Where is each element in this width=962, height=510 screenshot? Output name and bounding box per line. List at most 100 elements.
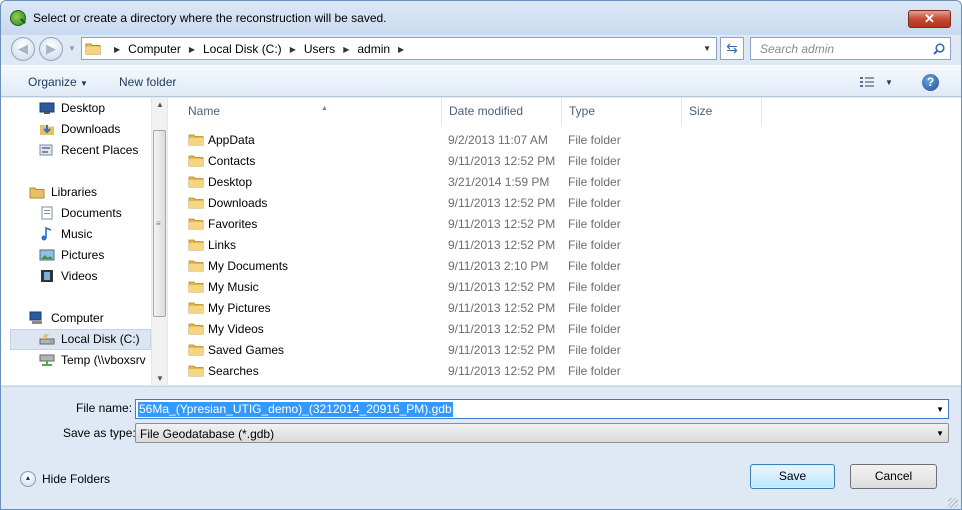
sidebar-item-label: Local Disk (C:): [61, 332, 140, 346]
table-row[interactable]: Saved Games 9/11/2013 12:52 PM File folder: [168, 339, 768, 360]
sidebar-item-pictures[interactable]: Pictures: [39, 245, 104, 265]
desktop-folder-icon: [188, 176, 204, 188]
grip-icon: ≡: [156, 219, 161, 228]
sidebar-item-label: Music: [61, 227, 93, 241]
sidebar-item-videos[interactable]: Videos: [39, 266, 97, 286]
resize-grip-icon[interactable]: [948, 498, 958, 508]
file-name-cell: Favorites: [208, 217, 258, 231]
scrollbar-thumb[interactable]: ≡: [153, 130, 166, 317]
sidebar-item-desktop[interactable]: Desktop: [39, 98, 105, 118]
organize-button[interactable]: Organize ▼: [28, 75, 88, 89]
sidebar-item-label: Libraries: [51, 185, 98, 199]
sidebar-item-music[interactable]: Music: [39, 224, 92, 244]
desktop-icon: [39, 102, 55, 114]
breadcrumb-users[interactable]: Users: [304, 42, 335, 56]
hide-folders-button[interactable]: ▲ Hide Folders: [20, 471, 110, 487]
file-type-cell: File folder: [568, 259, 621, 273]
sidebar-item-label: Recent Places: [61, 143, 139, 157]
address-bar[interactable]: ▶ Computer ▶ Local Disk (C:) ▶ Users ▶ a…: [81, 37, 717, 60]
breadcrumb-computer[interactable]: Computer: [128, 42, 181, 56]
date-modified-cell: 3/21/2014 1:59 PM: [448, 175, 550, 189]
scroll-down-icon[interactable]: ▼: [156, 374, 164, 383]
back-button[interactable]: ◀: [11, 37, 35, 61]
date-modified-cell: 9/11/2013 12:52 PM: [448, 196, 556, 210]
table-row[interactable]: AppData 9/2/2013 11:07 AM File folder: [168, 129, 768, 150]
breadcrumb-chevron-icon[interactable]: ▶: [114, 45, 120, 54]
breadcrumb-local-disk[interactable]: Local Disk (C:): [203, 42, 282, 56]
recent-places-icon: [39, 144, 53, 156]
downloads-icon: [40, 125, 54, 135]
network-drive-icon: [39, 354, 55, 366]
breadcrumb: ▶ Computer ▶ Local Disk (C:) ▶ Users ▶ a…: [106, 42, 412, 56]
table-row[interactable]: Links 9/11/2013 12:52 PM File folder: [168, 234, 768, 255]
scroll-up-icon[interactable]: ▲: [156, 100, 164, 109]
column-header-size[interactable]: Size: [682, 98, 762, 126]
sidebar-item-documents[interactable]: Documents: [39, 203, 122, 223]
table-row[interactable]: Contacts 9/11/2013 12:52 PM File folder: [168, 150, 768, 171]
address-dropdown-icon[interactable]: ▼: [703, 44, 711, 53]
save-button[interactable]: Save: [750, 464, 835, 489]
music-folder-icon: [188, 281, 204, 293]
table-row[interactable]: Searches 9/11/2013 12:52 PM File folder: [168, 360, 768, 381]
column-header-name[interactable]: Name ▲: [181, 98, 442, 126]
table-row[interactable]: My Videos 9/11/2013 12:52 PM File folder: [168, 318, 768, 339]
sidebar-item-label: Computer: [51, 311, 104, 325]
save-type-select[interactable]: File Geodatabase (*.gdb) ▼: [135, 423, 949, 443]
navigation-pane: Desktop Downloads Recent Places Librarie…: [1, 98, 167, 385]
breadcrumb-chevron-icon[interactable]: ▶: [290, 45, 296, 54]
help-icon[interactable]: ?: [922, 74, 939, 91]
file-name-value[interactable]: 56Ma_(Ypresian_UTIG_demo)_(3212014_20916…: [138, 402, 453, 417]
new-folder-button[interactable]: New folder: [119, 75, 176, 89]
search-input[interactable]: Search admin: [750, 37, 951, 60]
view-options-icon[interactable]: [859, 76, 875, 88]
file-name-cell: Searches: [208, 364, 259, 378]
recent-pages-chevron-icon[interactable]: ▼: [68, 44, 76, 53]
close-button[interactable]: ✕: [908, 10, 951, 28]
sidebar-item-label: Documents: [61, 206, 122, 220]
date-modified-cell: 9/11/2013 12:52 PM: [448, 238, 556, 252]
view-dropdown-icon[interactable]: ▼: [885, 78, 893, 87]
file-name-cell: My Documents: [208, 259, 289, 273]
column-header-label: Name: [188, 104, 221, 118]
sidebar-item-label: Videos: [61, 269, 98, 283]
save-type-dropdown-icon[interactable]: ▼: [936, 429, 944, 438]
pictures-icon: [39, 249, 55, 261]
search-icon[interactable]: [933, 43, 945, 55]
file-type-cell: File folder: [568, 154, 621, 168]
searches-folder-icon: [188, 365, 204, 377]
breadcrumb-chevron-icon[interactable]: ▶: [189, 45, 195, 54]
refresh-button[interactable]: ⇆: [720, 37, 744, 60]
breadcrumb-chevron-icon[interactable]: ▶: [398, 45, 404, 54]
date-modified-cell: 9/2/2013 11:07 AM: [448, 133, 548, 147]
breadcrumb-admin[interactable]: admin: [357, 42, 390, 56]
sidebar-item-downloads[interactable]: Downloads: [39, 119, 120, 139]
file-type-cell: File folder: [568, 343, 621, 357]
table-row[interactable]: My Pictures 9/11/2013 12:52 PM File folder: [168, 297, 768, 318]
column-header-date[interactable]: Date modified: [442, 98, 562, 126]
computer-icon: [29, 311, 42, 324]
table-row[interactable]: My Documents 9/11/2013 2:10 PM File folder: [168, 255, 768, 276]
file-name-input[interactable]: 56Ma_(Ypresian_UTIG_demo)_(3212014_20916…: [135, 399, 949, 419]
date-modified-cell: 9/11/2013 12:52 PM: [448, 217, 556, 231]
sidebar-item-recent-places[interactable]: Recent Places: [39, 140, 138, 160]
table-row[interactable]: Desktop 3/21/2014 1:59 PM File folder: [168, 171, 768, 192]
hide-folders-label: Hide Folders: [42, 472, 111, 486]
cancel-button[interactable]: Cancel: [850, 464, 937, 489]
table-row[interactable]: Downloads 9/11/2013 12:52 PM File folder: [168, 192, 768, 213]
table-row[interactable]: My Music 9/11/2013 12:52 PM File folder: [168, 276, 768, 297]
sidebar-item-label: Desktop: [61, 101, 106, 115]
file-type-cell: File folder: [568, 301, 621, 315]
table-row[interactable]: Favorites 9/11/2013 12:52 PM File folder: [168, 213, 768, 234]
file-name-dropdown-icon[interactable]: ▼: [936, 405, 944, 414]
sidebar-item-libraries[interactable]: Libraries: [29, 182, 97, 202]
sidebar-item-local-disk[interactable]: Local Disk (C:): [39, 329, 140, 349]
breadcrumb-chevron-icon[interactable]: ▶: [343, 45, 349, 54]
date-modified-cell: 9/11/2013 12:52 PM: [448, 280, 556, 294]
forward-button[interactable]: ▶: [39, 37, 63, 61]
column-header-type[interactable]: Type: [562, 98, 682, 126]
sidebar-scrollbar[interactable]: ▲ ≡ ▼: [151, 98, 167, 385]
sidebar-item-temp-network[interactable]: Temp (\\vboxsrv: [39, 350, 146, 370]
videos-folder-icon: [188, 323, 204, 335]
local-disk-icon: [39, 334, 55, 345]
sidebar-item-computer[interactable]: Computer: [29, 308, 104, 328]
